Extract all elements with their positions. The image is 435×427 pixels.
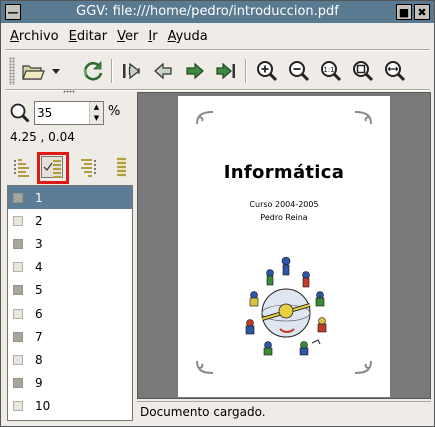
page-checkbox[interactable]: [13, 378, 23, 389]
document-author: Pedro Reina: [260, 213, 308, 222]
previous-page-button[interactable]: [149, 57, 177, 85]
zoom-fit-icon: [353, 61, 374, 82]
zoom-in-icon: [257, 61, 278, 82]
spin-up-icon[interactable]: ▲: [90, 102, 103, 113]
page-checkbox[interactable]: [13, 401, 23, 412]
close-icon: ✖: [417, 5, 427, 19]
shade-icon: ■: [398, 5, 410, 19]
zoom-input[interactable]: [35, 103, 87, 123]
portrait-icon: [14, 159, 29, 177]
orientation-upside-down-button[interactable]: [77, 156, 99, 178]
orientation-landscape-button[interactable]: [37, 152, 69, 184]
globe-illustration: [245, 256, 327, 356]
previous-page-icon: [154, 62, 172, 80]
app-window: — GGV: file:///home/pedro/introduccion.p…: [0, 0, 435, 427]
zoom-unit-label: %: [108, 104, 121, 119]
open-button[interactable]: [19, 57, 47, 85]
document-title: Informática: [223, 162, 345, 183]
zoom-actual-button[interactable]: 1:1: [317, 57, 345, 85]
page-checkbox[interactable]: [13, 215, 23, 226]
orientation-seascape-button[interactable]: [111, 156, 133, 178]
corner-ornament-icon: [196, 360, 214, 374]
menu-editar[interactable]: Editar: [64, 29, 113, 44]
next-page-icon: [186, 62, 204, 80]
spin-down-icon[interactable]: ▼: [90, 113, 103, 124]
corner-ornament-icon: [354, 360, 372, 374]
orientation-portrait-button[interactable]: [11, 156, 33, 178]
menu-ver[interactable]: Ver: [112, 29, 143, 44]
list-item[interactable]: 6: [8, 302, 132, 325]
zoom-fit-button[interactable]: [349, 57, 377, 85]
page-checkbox[interactable]: [13, 285, 23, 296]
document-course: Curso 2004-2005: [249, 200, 319, 209]
menu-archivo[interactable]: Archivo: [5, 29, 64, 44]
menu-ayuda[interactable]: Ayuda: [163, 29, 213, 44]
menu-separator: [5, 49, 430, 51]
zoom-actual-icon: 1:1: [321, 61, 342, 82]
list-item[interactable]: 2: [8, 209, 132, 232]
page-checkbox[interactable]: [13, 308, 23, 319]
menu-bar: Archivo Editar Ver Ir Ayuda: [5, 25, 213, 47]
document-page: Informática Curso 2004-2005 Pedro Reina: [178, 96, 390, 397]
corner-ornament-icon: [354, 111, 372, 125]
page-checkbox[interactable]: [13, 238, 23, 249]
last-page-button[interactable]: [213, 57, 241, 85]
document-view[interactable]: Informática Curso 2004-2005 Pedro Reina: [137, 92, 431, 399]
landscape-icon: [43, 160, 61, 178]
window-menu-button[interactable]: —: [5, 4, 21, 20]
last-page-icon: [216, 62, 235, 80]
open-folder-icon: [22, 65, 45, 80]
list-item[interactable]: 4: [8, 256, 132, 279]
page-checkbox[interactable]: [13, 192, 23, 203]
toolbar: 1:1: [7, 53, 429, 87]
list-item[interactable]: 10: [8, 395, 132, 418]
open-dropdown-button[interactable]: [49, 57, 63, 85]
first-page-icon: [123, 62, 140, 80]
reload-button[interactable]: [79, 57, 107, 85]
zoom-in-button[interactable]: [253, 57, 281, 85]
title-bar[interactable]: — GGV: file:///home/pedro/introduccion.p…: [1, 1, 434, 23]
svg-text:1:1: 1:1: [323, 66, 334, 74]
pane-handle[interactable]: [63, 90, 75, 93]
page-list[interactable]: 1 2 3 4 5 6 7 8 9 10: [7, 185, 133, 421]
zoom-width-button[interactable]: [381, 57, 409, 85]
window-title: GGV: file:///home/pedro/introduccion.pdf: [76, 4, 339, 19]
close-button[interactable]: ✖: [414, 4, 430, 20]
page-checkbox[interactable]: [13, 354, 23, 365]
magnifier-icon: [10, 103, 30, 123]
list-item[interactable]: 5: [8, 279, 132, 302]
window-menu-icon: —: [7, 5, 19, 19]
list-item[interactable]: 9: [8, 372, 132, 395]
toolbar-separator: [111, 59, 113, 83]
list-item[interactable]: 1: [8, 186, 132, 210]
zoom-out-icon: [289, 61, 310, 82]
corner-ornament-icon: [196, 111, 214, 125]
menu-ir[interactable]: Ir: [143, 29, 162, 44]
seascape-icon: [117, 157, 126, 177]
zoom-spin-arrows: ▲ ▼: [89, 102, 103, 124]
reload-icon: [83, 61, 103, 81]
list-item[interactable]: 3: [8, 232, 132, 255]
list-item[interactable]: 8: [8, 348, 132, 371]
shade-button[interactable]: ■: [396, 4, 412, 20]
zoom-spinbutton[interactable]: ▲ ▼: [34, 101, 104, 125]
first-page-button[interactable]: [117, 57, 145, 85]
coordinates-readout: 4.25 , 0.04: [10, 130, 75, 144]
page-checkbox[interactable]: [13, 331, 23, 342]
zoom-out-button[interactable]: [285, 57, 313, 85]
toolbar-handle[interactable]: [9, 57, 15, 85]
upside-down-icon: [81, 159, 96, 177]
status-bar: Documento cargado.: [137, 401, 431, 421]
zoom-width-icon: [385, 61, 406, 82]
next-page-button[interactable]: [181, 57, 209, 85]
toolbar-separator: [245, 59, 247, 83]
list-item[interactable]: 7: [8, 325, 132, 348]
page-checkbox[interactable]: [13, 262, 23, 273]
dropdown-arrow-icon: [52, 69, 60, 74]
